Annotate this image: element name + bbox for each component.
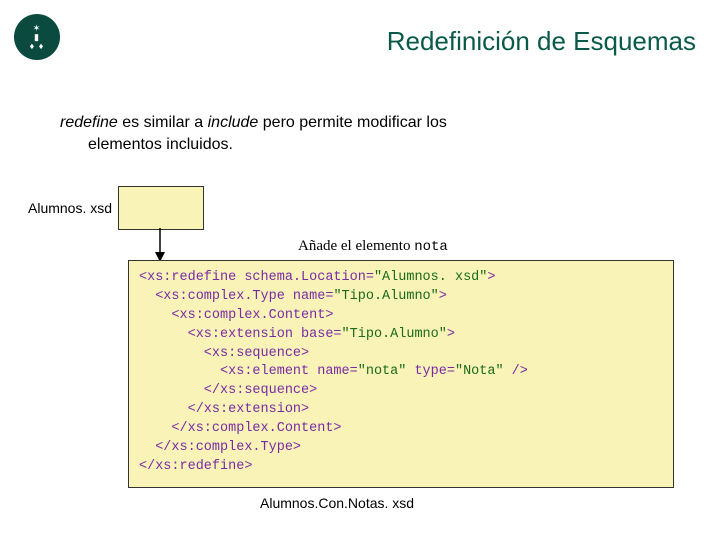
annotation-text: Añade el elemento nota (298, 238, 448, 255)
code-l9: </xs:complex.Content> (139, 421, 342, 436)
code-l2b: "Tipo.Alumno" (333, 289, 438, 304)
code-l1b: "Alumnos. xsd" (374, 270, 487, 285)
logo-badge: ✶▮♦ ♦ (14, 14, 60, 60)
source-file-label: Alumnos. xsd (28, 200, 112, 216)
code-l2a: <xs:complex.Type name= (139, 289, 333, 304)
code-l4b: "Tipo.Alumno" (342, 327, 447, 342)
code-l11: </xs:redefine> (139, 459, 252, 474)
annotation-code: nota (414, 239, 448, 255)
code-l8: </xs:extension> (139, 402, 309, 417)
intro-keyword-redefine: redefine (60, 114, 118, 131)
intro-text: redefine es similar a include pero permi… (60, 112, 660, 155)
intro-text-seg1: es similar a (118, 114, 208, 131)
logo-glyph: ✶▮♦ ♦ (30, 24, 45, 51)
code-l6b: "nota" (358, 364, 407, 379)
intro-keyword-include: include (208, 114, 259, 131)
code-l10: </xs:complex.Type> (139, 440, 301, 455)
source-file-box (118, 186, 204, 230)
code-l4a: <xs:extension base= (139, 327, 342, 342)
code-l6a: <xs:element name= (139, 364, 358, 379)
target-file-label: Alumnos.Con.Notas. xsd (260, 495, 414, 511)
code-l1c: > (487, 270, 495, 285)
code-block: <xs:redefine schema.Location="Alumnos. x… (128, 260, 674, 488)
code-l4c: > (447, 327, 455, 342)
code-l3: <xs:complex.Content> (139, 308, 333, 323)
intro-text-seg2: pero permite modificar los (258, 114, 447, 131)
intro-text-line2: elementos incluidos. (88, 134, 660, 156)
code-l6c: type= (406, 364, 455, 379)
code-l2c: > (439, 289, 447, 304)
code-l1a: <xs:redefine schema.Location= (139, 270, 374, 285)
code-l7: </xs:sequence> (139, 383, 317, 398)
page-title: Redefinición de Esquemas (387, 26, 696, 57)
code-l6e: /> (504, 364, 528, 379)
code-l6d: "Nota" (455, 364, 504, 379)
annotation-prefix: Añade el elemento (298, 238, 414, 254)
code-l5: <xs:sequence> (139, 346, 309, 361)
